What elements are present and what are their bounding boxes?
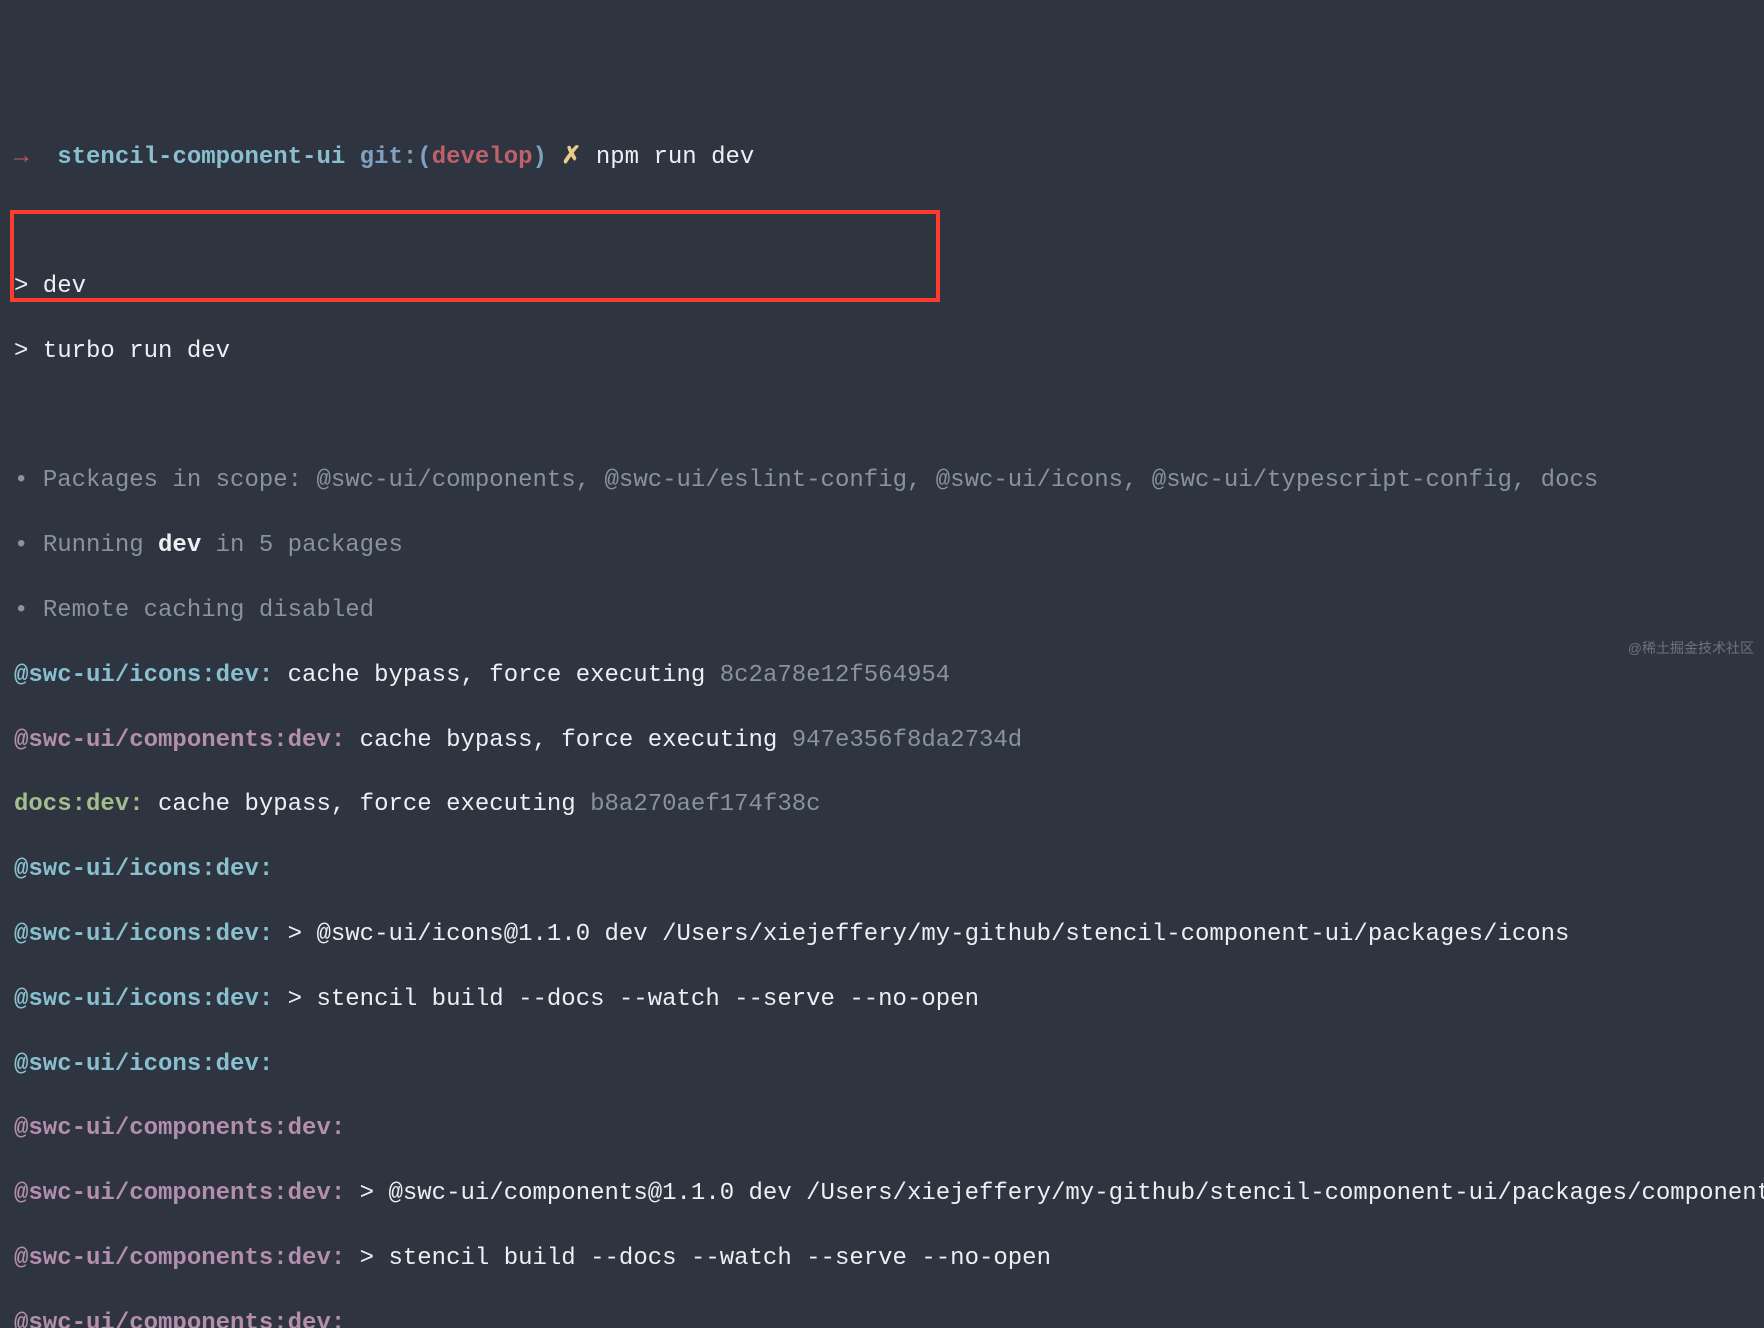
cache-hash: 947e356f8da2734d xyxy=(792,727,1022,754)
scope-prefix: Packages in scope: xyxy=(43,467,317,494)
cache-text: cache bypass, force executing xyxy=(345,727,791,754)
blank-line xyxy=(14,401,1750,433)
cache-text: cache bypass, force executing xyxy=(144,791,590,818)
output-comp-blank: @swc-ui/components:dev: xyxy=(14,1308,1750,1328)
running-task: dev xyxy=(158,532,201,559)
prompt-line[interactable]: → stencil-component-ui git:(develop) ✗ n… xyxy=(14,142,1750,174)
prompt-git-label: git:( xyxy=(360,144,432,171)
scope-remote: • Remote caching disabled xyxy=(14,595,1750,627)
pkg-prefix-docs: docs:dev: xyxy=(14,791,144,818)
output-text: > stencil build --docs --watch --serve -… xyxy=(345,1245,1051,1272)
prompt-dir: stencil-component-ui xyxy=(57,144,345,171)
pkg-prefix-icons: @swc-ui/icons:dev: xyxy=(14,856,273,883)
output-comp-1: @swc-ui/components:dev: > @swc-ui/compon… xyxy=(14,1178,1750,1210)
cache-hash: b8a270aef174f38c xyxy=(590,791,820,818)
prompt-arrow-icon: → xyxy=(14,144,28,171)
prompt-dirty-icon: ✗ xyxy=(561,144,581,171)
prompt-git-close: ) xyxy=(533,144,547,171)
pkg-prefix-icons: @swc-ui/icons:dev: xyxy=(14,1051,273,1078)
pkg-prefix-components: @swc-ui/components:dev: xyxy=(14,1115,345,1142)
output-icons-blank: @swc-ui/icons:dev: xyxy=(14,1049,1750,1081)
script-echo-1: > dev xyxy=(14,271,1750,303)
watermark: @稀土掘金技术社区 xyxy=(1628,639,1754,658)
bullet-icon: • xyxy=(14,532,28,559)
remote-cache-status: Remote caching disabled xyxy=(43,597,374,624)
scope-running: • Running dev in 5 packages xyxy=(14,530,1750,562)
output-icons-blank: @swc-ui/icons:dev: xyxy=(14,854,1750,886)
cache-text: cache bypass, force executing xyxy=(273,662,719,689)
blank-line xyxy=(14,206,1750,238)
output-text: > stencil build --docs --watch --serve -… xyxy=(273,986,979,1013)
output-icons-1: @swc-ui/icons:dev: > @swc-ui/icons@1.1.0… xyxy=(14,919,1750,951)
output-icons-2: @swc-ui/icons:dev: > stencil build --doc… xyxy=(14,984,1750,1016)
pkg-prefix-icons: @swc-ui/icons:dev: xyxy=(14,662,273,689)
scope-packages: • Packages in scope: @swc-ui/components,… xyxy=(14,465,1750,497)
cache-line-docs: docs:dev: cache bypass, force executing … xyxy=(14,789,1750,821)
scope-packages-list: @swc-ui/components, @swc-ui/eslint-confi… xyxy=(316,467,1598,494)
pkg-prefix-icons: @swc-ui/icons:dev: xyxy=(14,986,273,1013)
running-prefix: Running xyxy=(43,532,158,559)
pkg-prefix-components: @swc-ui/components:dev: xyxy=(14,727,345,754)
cache-line-components: @swc-ui/components:dev: cache bypass, fo… xyxy=(14,725,1750,757)
pkg-prefix-components: @swc-ui/components:dev: xyxy=(14,1180,345,1207)
pkg-prefix-components: @swc-ui/components:dev: xyxy=(14,1310,345,1328)
output-comp-blank: @swc-ui/components:dev: xyxy=(14,1113,1750,1145)
output-comp-2: @swc-ui/components:dev: > stencil build … xyxy=(14,1243,1750,1275)
cache-hash: 8c2a78e12f564954 xyxy=(720,662,950,689)
prompt-branch: develop xyxy=(432,144,533,171)
prompt-command: npm run dev xyxy=(596,144,754,171)
output-text: > @swc-ui/components@1.1.0 dev /Users/xi… xyxy=(345,1180,1764,1207)
bullet-icon: • xyxy=(14,467,28,494)
pkg-prefix-components: @swc-ui/components:dev: xyxy=(14,1245,345,1272)
output-text: > @swc-ui/icons@1.1.0 dev /Users/xiejeff… xyxy=(273,921,1569,948)
running-suffix: in 5 packages xyxy=(201,532,403,559)
bullet-icon: • xyxy=(14,597,28,624)
cache-line-icons: @swc-ui/icons:dev: cache bypass, force e… xyxy=(14,660,1750,692)
script-echo-2: > turbo run dev xyxy=(14,336,1750,368)
pkg-prefix-icons: @swc-ui/icons:dev: xyxy=(14,921,273,948)
